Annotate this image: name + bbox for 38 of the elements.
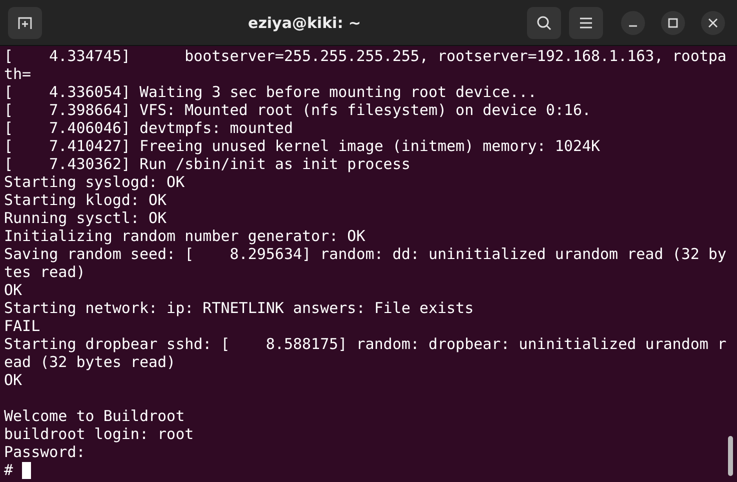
terminal-line: th= bbox=[4, 65, 32, 83]
new-tab-icon bbox=[17, 14, 33, 30]
terminal-line: Starting syslogd: OK bbox=[4, 173, 186, 191]
terminal-line: Starting klogd: OK bbox=[4, 191, 168, 209]
terminal-line: Running sysctl: OK bbox=[4, 209, 168, 227]
maximize-button[interactable] bbox=[661, 10, 685, 34]
maximize-icon bbox=[668, 18, 678, 28]
terminal-line: [ 4.334745] bootserver=255.255.255.255, rootserver=192.168.1.163, rootpa bbox=[4, 47, 728, 65]
terminal-line: FAIL bbox=[4, 317, 42, 335]
terminal-line: [ 7.410427] Freeing unused kernel image (initmem) memory: 1024K bbox=[4, 137, 602, 155]
search-button[interactable] bbox=[527, 6, 561, 38]
terminal-line: Initializing random number generator: OK bbox=[4, 227, 366, 245]
search-icon bbox=[536, 14, 552, 30]
terminal-line: Starting dropbear sshd: [ 8.588175] random: dropbear: uninitialized urandom r bbox=[4, 335, 728, 353]
terminal-line: Welcome to Buildroot bbox=[4, 407, 186, 425]
terminal-line: Password: bbox=[4, 443, 86, 461]
minimize-button[interactable] bbox=[621, 10, 645, 34]
terminal-line: buildroot login: root bbox=[4, 425, 195, 443]
menu-icon bbox=[579, 16, 593, 28]
terminal-line: ead (32 bytes read) bbox=[4, 353, 177, 371]
minimize-icon bbox=[628, 25, 638, 27]
scrollbar[interactable] bbox=[728, 436, 733, 476]
shell-prompt: # bbox=[4, 461, 14, 479]
menu-button[interactable] bbox=[569, 6, 603, 38]
terminal-line: [ 4.336054] Waiting 3 sec before mounting root device... bbox=[4, 83, 538, 101]
new-tab-button[interactable] bbox=[8, 6, 42, 38]
terminal-line: Saving random seed: [ 8.295634] random: dd: uninitialized urandom read (32 by bbox=[4, 245, 728, 263]
terminal-line: [ 7.406046] devtmpfs: mounted bbox=[4, 119, 294, 137]
terminal-line: Starting network: ip: RTNETLINK answers: File exists bbox=[4, 299, 475, 317]
terminal-line: [ 7.398664] VFS: Mounted root (nfs filesystem) on device 0:16. bbox=[4, 101, 592, 119]
terminal-line: [ 7.430362] Run /sbin/init as init process bbox=[4, 155, 412, 173]
terminal-line: tes read) bbox=[4, 263, 86, 281]
text-cursor bbox=[22, 462, 32, 478]
close-icon bbox=[708, 18, 718, 28]
window-title: eziya@kiki: ~ bbox=[247, 14, 362, 32]
terminal-line: OK bbox=[4, 371, 24, 389]
close-button[interactable] bbox=[701, 10, 725, 34]
terminal-line: OK bbox=[4, 281, 24, 299]
